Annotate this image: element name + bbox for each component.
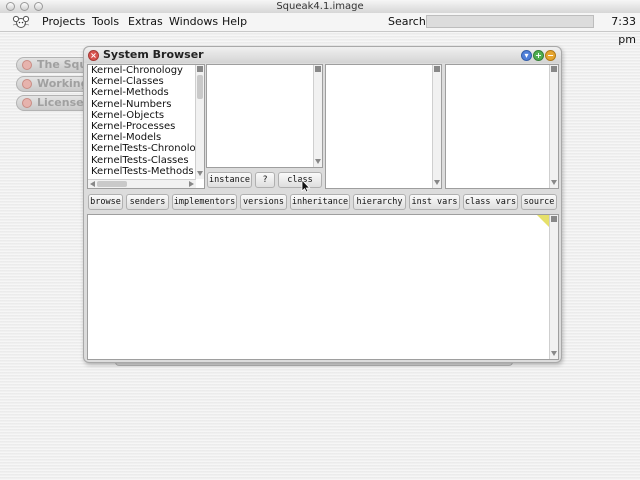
window-expand-icon[interactable]: + xyxy=(533,50,544,61)
list-item[interactable]: Kernel-Processes xyxy=(91,121,204,132)
scrollbar-menu-icon[interactable] xyxy=(197,66,203,72)
system-browser-window: × System Browser ▾ + − Kernel-Chronology… xyxy=(83,46,562,363)
close-dot-icon[interactable] xyxy=(22,60,32,70)
list-item[interactable]: Kernel-Classes xyxy=(91,76,204,87)
source-button[interactable]: source xyxy=(521,194,557,210)
world-menu-bar: Projects Tools Extras Windows Help Searc… xyxy=(0,13,640,46)
category-list-pane[interactable]: Kernel-Chronology Kernel-Classes Kernel-… xyxy=(87,64,205,189)
scrollbar-thumb[interactable] xyxy=(197,75,203,99)
list-item[interactable]: Kernel-Objects xyxy=(91,110,204,121)
mac-close-button[interactable] xyxy=(6,2,15,11)
inheritance-button[interactable]: inheritance xyxy=(290,194,350,210)
class-vars-button[interactable]: class vars xyxy=(463,194,518,210)
mac-zoom-button[interactable] xyxy=(34,2,43,11)
scrollbar-menu-icon[interactable] xyxy=(315,66,321,72)
menu-windows[interactable]: Windows xyxy=(169,13,218,31)
browse-button[interactable]: browse xyxy=(88,194,123,210)
menu-tools[interactable]: Tools xyxy=(92,13,119,31)
category-vertical-scrollbar[interactable] xyxy=(195,65,204,179)
flap-label: License xyxy=(37,96,84,109)
source-vertical-scrollbar[interactable] xyxy=(549,215,558,359)
scrollbar-menu-icon[interactable] xyxy=(551,216,557,222)
method-list-pane[interactable] xyxy=(445,64,559,189)
instance-button[interactable]: instance xyxy=(207,172,252,188)
class-button[interactable]: class xyxy=(278,172,322,188)
menu-extras[interactable]: Extras xyxy=(128,13,163,31)
scrollbar-menu-icon[interactable] xyxy=(551,66,557,72)
scroll-down-icon[interactable] xyxy=(434,180,440,185)
scrollbar-thumb[interactable] xyxy=(97,181,127,187)
category-horizontal-scrollbar[interactable] xyxy=(88,179,196,188)
category-list: Kernel-Chronology Kernel-Classes Kernel-… xyxy=(88,65,204,177)
app-titlebar: Squeak4.1.image xyxy=(0,0,640,14)
close-dot-icon[interactable] xyxy=(22,79,32,89)
search-label: Search: xyxy=(388,15,430,28)
versions-button[interactable]: versions xyxy=(240,194,287,210)
list-item[interactable]: KernelTests-Methods xyxy=(91,166,204,177)
list-item[interactable]: Kernel-Models xyxy=(91,132,204,143)
scroll-down-icon[interactable] xyxy=(551,180,557,185)
mac-minimize-button[interactable] xyxy=(20,2,29,11)
list-item[interactable]: Kernel-Methods xyxy=(91,87,204,98)
inst-vars-button[interactable]: inst vars xyxy=(409,194,460,210)
flap-label: The Squ xyxy=(37,58,88,71)
menu-projects[interactable]: Projects xyxy=(42,13,85,31)
help-button[interactable]: ? xyxy=(255,172,275,188)
method-vertical-scrollbar[interactable] xyxy=(549,65,558,188)
list-item[interactable]: KernelTests-Chronolo xyxy=(91,143,204,154)
flap-label: Working xyxy=(37,77,89,90)
squeak-logo-icon[interactable] xyxy=(12,15,30,29)
menu-help[interactable]: Help xyxy=(222,13,247,31)
source-code-pane[interactable] xyxy=(87,214,559,360)
scroll-right-icon[interactable] xyxy=(189,181,194,187)
scroll-down-icon[interactable] xyxy=(315,159,321,164)
list-item[interactable]: Kernel-Chronology xyxy=(91,65,204,76)
scroll-left-icon[interactable] xyxy=(90,181,95,187)
app-title: Squeak4.1.image xyxy=(276,1,364,12)
scroll-down-icon[interactable] xyxy=(197,171,203,176)
window-close-icon[interactable]: × xyxy=(88,50,99,61)
window-menu-icon[interactable]: − xyxy=(545,50,556,61)
protocol-list-pane[interactable] xyxy=(325,64,442,189)
search-input[interactable] xyxy=(426,15,594,28)
scrollbar-menu-icon[interactable] xyxy=(434,66,440,72)
senders-button[interactable]: senders xyxy=(126,194,169,210)
unsaved-indicator-corner xyxy=(537,215,549,227)
list-item[interactable]: KernelTests-Classes xyxy=(91,155,204,166)
window-title: System Browser xyxy=(103,48,204,61)
close-dot-icon[interactable] xyxy=(22,98,32,108)
hierarchy-button[interactable]: hierarchy xyxy=(353,194,406,210)
class-vertical-scrollbar[interactable] xyxy=(313,65,322,167)
clock: 7:33 pm xyxy=(611,15,636,46)
class-list-pane[interactable] xyxy=(206,64,323,168)
window-collapse-icon[interactable]: ▾ xyxy=(521,50,532,61)
scroll-down-icon[interactable] xyxy=(551,351,557,356)
implementors-button[interactable]: implementors xyxy=(172,194,237,210)
list-item[interactable]: Kernel-Numbers xyxy=(91,99,204,110)
window-title-bar[interactable]: × System Browser ▾ + − xyxy=(84,47,561,63)
mouse-cursor-icon xyxy=(301,179,311,193)
protocol-vertical-scrollbar[interactable] xyxy=(432,65,441,188)
